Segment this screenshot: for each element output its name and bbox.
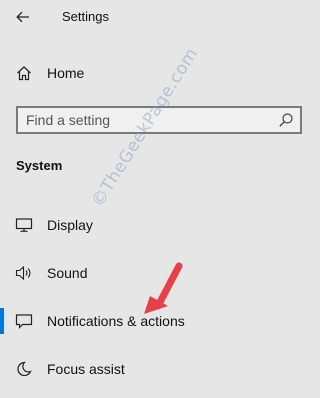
nav-item-display-label: Display xyxy=(47,217,93,233)
title-bar: Settings xyxy=(0,0,314,34)
annotation-arrow-icon xyxy=(144,262,183,314)
search-icon xyxy=(279,113,293,127)
back-arrow-icon xyxy=(16,11,29,23)
sound-icon xyxy=(14,263,34,283)
nav-home-label: Home xyxy=(47,65,85,81)
nav-item-focus-assist-label: Focus assist xyxy=(47,361,125,377)
nav-item-sound-label: Sound xyxy=(47,265,88,281)
moon-icon xyxy=(14,359,34,379)
section-title: System xyxy=(16,158,63,173)
back-button[interactable] xyxy=(8,4,38,30)
display-icon xyxy=(14,215,34,235)
nav-item-display[interactable]: Display xyxy=(0,205,314,245)
window-title: Settings xyxy=(62,9,109,24)
nav-item-focus-assist[interactable]: Focus assist xyxy=(0,349,314,389)
notifications-icon xyxy=(14,311,34,331)
home-icon xyxy=(14,63,34,83)
